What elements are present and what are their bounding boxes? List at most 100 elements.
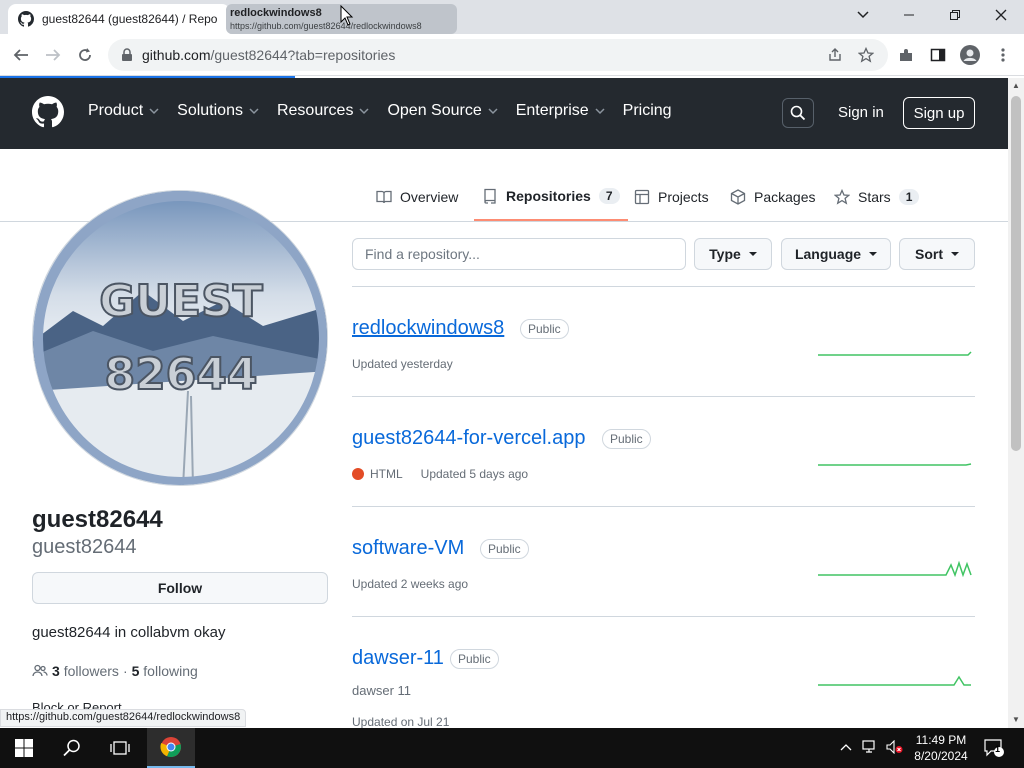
activity-sparkline [818,463,972,466]
activity-sparkline [818,560,972,577]
table-icon [634,189,650,204]
repo-name-link[interactable]: dawser-11 [352,647,444,670]
repo-name-link[interactable]: redlockwindows8 [352,317,504,340]
type-filter-button[interactable]: Type [694,238,772,270]
visibility-badge: Public [520,319,569,339]
browser-tab[interactable]: guest82644 (guest82644) / Repo [8,4,230,34]
nav-resources-label: Resources [276,102,354,119]
action-center-button[interactable]: 1 [983,737,1005,762]
book-icon [376,190,392,203]
clock-date: 8/20/2024 [914,749,968,763]
chevron-down-icon [359,108,369,115]
sign-in-link[interactable]: Sign in [838,104,884,121]
header-search-button[interactable] [782,98,814,128]
nav-pricing[interactable]: Pricing [623,102,672,120]
browser-tab-strip: guest82644 (guest82644) / Repo redlockwi… [0,0,1024,34]
tab-projects[interactable]: Projects [634,172,709,221]
github-favicon-icon [18,11,34,27]
network-icon[interactable] [862,740,878,757]
tab-stars[interactable]: Stars 1 [834,172,920,221]
minimize-button[interactable] [886,0,932,30]
restore-button[interactable] [932,0,978,30]
nav-product[interactable]: Product [88,102,159,120]
windows-logo-icon [15,739,33,757]
notification-icon [984,739,1004,757]
extensions-icon[interactable] [893,42,919,68]
scrollbar-thumb[interactable] [1011,96,1021,451]
repo-name-link[interactable]: software-VM [352,537,464,560]
nav-solutions[interactable]: Solutions [177,102,259,120]
repo-name-link[interactable]: guest82644-for-vercel.app [352,427,585,450]
chevron-down-icon [249,108,259,115]
following-count: 5 [131,663,140,679]
taskbar-clock[interactable]: 11:49 PM 8/20/2024 [910,732,972,764]
share-icon[interactable] [822,42,848,68]
repo-updated: Updated 2 weeks ago [352,577,469,591]
nav-open-source-label: Open Source [387,102,482,119]
tab-overview[interactable]: Overview [376,172,458,221]
language-filter-button[interactable]: Language [781,238,891,270]
following-label: following [143,663,198,679]
volume-muted-icon[interactable] [886,739,904,757]
chevron-down-icon [149,108,159,115]
address-url: github.com/guest82644?tab=repositories [142,47,395,63]
page-scrollbar[interactable]: ▲ ▼ [1008,78,1024,728]
sign-up-button[interactable]: Sign up [903,97,975,129]
side-panel-icon[interactable] [925,42,951,68]
avatar-text-line2: 82644 [104,349,257,400]
github-header: Product Solutions Resources Open Source … [0,78,1008,149]
repo-meta: Updated yesterday [352,357,453,371]
followers-count: 3 [52,663,60,679]
separator-dot: · [122,663,128,679]
repository-list: redlockwindows8 Public Updated yesterday… [352,286,975,729]
package-icon [730,188,746,205]
list-item: software-VM Public Updated 2 weeks ago [352,506,975,616]
bookmark-star-icon[interactable] [853,42,879,68]
repo-meta: HTML Updated 5 days ago [352,467,528,481]
tab-overview-label: Overview [400,188,459,205]
url-host: github.com [142,47,211,63]
forward-button[interactable] [40,42,66,68]
reload-button[interactable] [72,42,98,68]
scroll-up-arrow-icon[interactable]: ▲ [1008,78,1024,94]
task-view-button[interactable] [96,728,144,768]
avatar-image: GUEST 82644 [33,191,327,485]
chevron-down-icon [595,108,605,115]
avatar[interactable]: GUEST 82644 [32,190,328,486]
nav-enterprise-label: Enterprise [515,102,589,119]
nav-resources[interactable]: Resources [277,102,369,120]
address-bar[interactable]: github.com/guest82644?tab=repositories [108,39,888,71]
tab-packages[interactable]: Packages [730,172,815,221]
nav-pricing-label: Pricing [622,102,672,119]
list-item: guest82644-for-vercel.app Public HTML Up… [352,396,975,506]
repo-updated: Updated on Jul 21 [352,715,450,729]
search-icon [63,739,80,757]
star-icon [834,188,850,205]
follow-button[interactable]: Follow [32,572,328,604]
activity-sparkline [818,351,972,356]
caret-down-icon [748,252,757,256]
browser-tab-title: guest82644 (guest82644) / Repo [42,12,218,26]
search-icon [790,105,806,121]
following-link[interactable]: 5 following [132,663,198,679]
profile-avatar-icon[interactable] [957,42,983,68]
menu-kebab-icon[interactable] [990,42,1016,68]
tab-repositories[interactable]: Repositories 7 [474,172,628,221]
find-repository-input[interactable] [352,238,686,270]
nav-open-source[interactable]: Open Source [387,102,498,120]
repo-icon [484,188,496,204]
taskbar-chrome-app[interactable] [147,728,195,768]
show-hidden-icons-chevron-icon[interactable] [840,740,852,754]
back-button[interactable] [8,42,34,68]
people-icon [32,664,48,677]
start-button[interactable] [0,728,48,768]
tab-search-chevron-icon[interactable] [840,0,886,30]
followers-link[interactable]: 3 followers [52,663,119,679]
link-status-bar: https://github.com/guest82644/redlockwin… [0,709,247,727]
scroll-down-arrow-icon[interactable]: ▼ [1008,712,1024,728]
taskbar-search-button[interactable] [48,728,96,768]
sort-filter-button[interactable]: Sort [899,238,975,270]
close-window-button[interactable] [978,0,1024,30]
github-logo-icon[interactable] [32,96,64,128]
nav-enterprise[interactable]: Enterprise [516,102,605,120]
